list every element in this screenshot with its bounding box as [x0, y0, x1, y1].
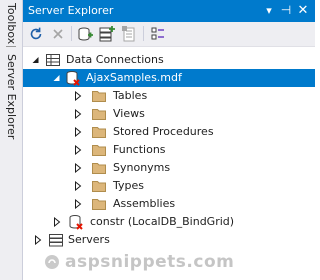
stop-icon[interactable]	[49, 25, 67, 43]
tree-node-folder[interactable]: Stored Procedures	[23, 123, 315, 141]
tree-node-label: constr (LocalDB_BindGrid)	[90, 215, 235, 228]
expand-arrow-icon[interactable]	[73, 145, 83, 155]
auto-hide-pin-button[interactable]: ⊣	[278, 2, 294, 19]
tree-node-label: Types	[113, 179, 144, 192]
expand-arrow-icon[interactable]	[73, 199, 83, 209]
expand-arrow-icon[interactable]	[73, 163, 83, 173]
refresh-icon[interactable]	[27, 25, 45, 43]
tree-node-database-selected[interactable]: AjaxSamples.mdf	[23, 69, 315, 87]
folder-icon	[91, 142, 107, 158]
folder-icon	[91, 196, 107, 212]
tree-node-label: Synonyms	[113, 161, 171, 174]
collapse-arrow-icon[interactable]	[52, 73, 62, 83]
properties-icon[interactable]	[120, 25, 138, 43]
tree-node-label: AjaxSamples.mdf	[86, 71, 182, 84]
tree-node-folder[interactable]: Assemblies	[23, 195, 315, 213]
expand-arrow-icon[interactable]	[73, 127, 83, 137]
tree-node-servers[interactable]: Servers	[23, 231, 315, 249]
folder-icon	[91, 88, 107, 104]
tree-node-folder[interactable]: Types	[23, 177, 315, 195]
database-disconnected-icon	[68, 214, 84, 230]
watermark-text: aspsnippets.com	[65, 252, 235, 272]
folder-icon	[91, 160, 107, 176]
toolbox-tab[interactable]: Toolbox	[4, 3, 18, 44]
filter-icon[interactable]	[149, 25, 167, 43]
expand-arrow-icon[interactable]	[52, 217, 62, 227]
tree-node-label: Views	[113, 107, 145, 120]
tree-node-folder[interactable]: Synonyms	[23, 159, 315, 177]
toolbar-separator	[71, 26, 72, 41]
server-explorer-tab[interactable]: Server Explorer	[4, 54, 18, 139]
tree-node-folder[interactable]: Tables	[23, 87, 315, 105]
folder-icon	[91, 124, 107, 140]
panel-title: Server Explorer	[28, 4, 114, 17]
servers-icon	[48, 232, 64, 248]
side-tab-divider	[6, 46, 16, 47]
expand-arrow-icon[interactable]	[33, 235, 43, 245]
server-explorer-panel: Server Explorer ▾ ⊣ ✕ Data Connections A…	[23, 0, 315, 280]
tree-node-label: Assemblies	[113, 197, 176, 210]
tree-node-label: Functions	[113, 143, 166, 156]
expand-arrow-icon[interactable]	[73, 91, 83, 101]
tree-node-connection[interactable]: constr (LocalDB_BindGrid)	[23, 213, 315, 231]
database-disconnected-icon	[65, 70, 81, 86]
expand-arrow-icon[interactable]	[73, 109, 83, 119]
connect-to-server-icon[interactable]	[98, 25, 116, 43]
watermark-logo-icon	[44, 254, 60, 273]
tree-node-label: Servers	[68, 233, 110, 246]
tree-node-folder[interactable]: Views	[23, 105, 315, 123]
side-tool-strip: Toolbox Server Explorer	[0, 0, 23, 280]
tree-node-folder[interactable]: Functions	[23, 141, 315, 159]
folder-icon	[91, 106, 107, 122]
toolbar-separator	[143, 26, 144, 41]
tree-node-data-connections[interactable]: Data Connections	[23, 51, 315, 69]
tree-node-label: Data Connections	[66, 53, 164, 66]
tree-node-label: Tables	[113, 89, 148, 102]
panel-toolbar	[23, 22, 315, 47]
connect-to-database-icon[interactable]	[76, 25, 94, 43]
expand-arrow-icon[interactable]	[73, 181, 83, 191]
data-connections-icon	[45, 52, 61, 68]
folder-icon	[91, 178, 107, 194]
window-position-dropdown-button[interactable]: ▾	[261, 2, 277, 19]
collapse-arrow-icon[interactable]	[31, 55, 41, 65]
close-button[interactable]: ✕	[295, 2, 311, 19]
panel-title-bar: Server Explorer ▾ ⊣ ✕	[23, 0, 315, 22]
tree-node-label: Stored Procedures	[113, 125, 214, 138]
